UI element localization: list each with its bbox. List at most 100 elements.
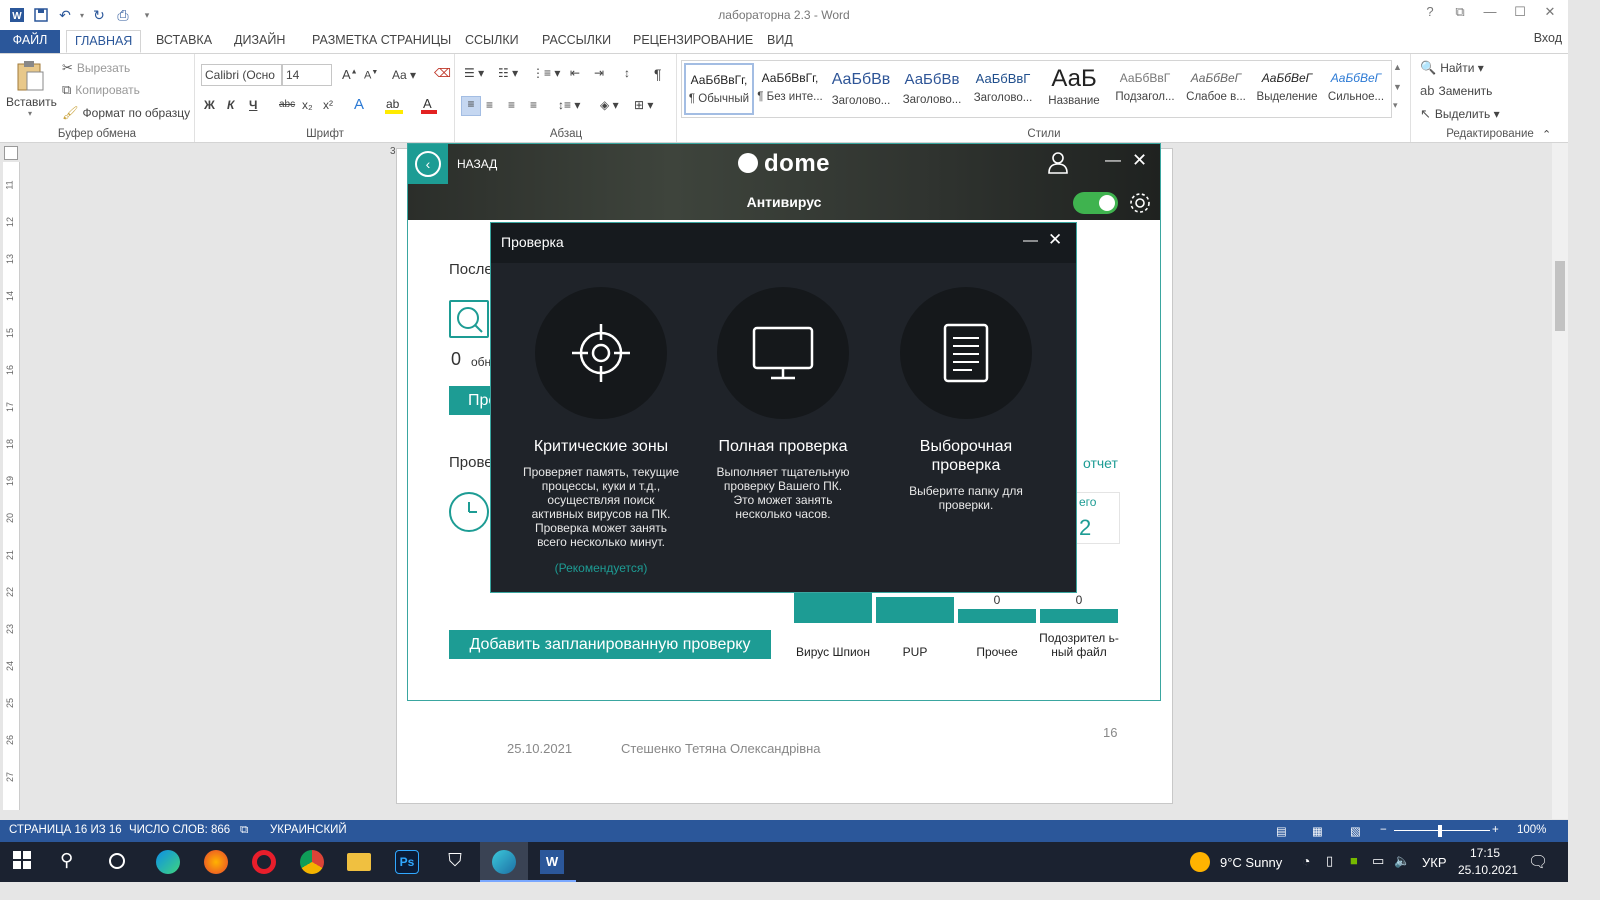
tab-home[interactable]: ГЛАВНАЯ — [66, 30, 142, 53]
zoom-slider-track[interactable] — [1394, 830, 1490, 831]
italic-button[interactable]: К — [227, 98, 234, 112]
zoom-out-icon[interactable]: − — [1380, 824, 1387, 836]
align-left-icon[interactable]: ≡ — [461, 96, 481, 116]
highlight-icon[interactable]: ab — [384, 96, 406, 117]
clock-date[interactable]: 25.10.2021 — [1458, 863, 1518, 877]
superscript-button[interactable]: x² — [323, 98, 333, 112]
proofing-icon[interactable]: ⧉ — [240, 824, 248, 837]
underline-button[interactable]: Ч — [249, 98, 257, 112]
dome-minimize-icon[interactable]: — — [1105, 152, 1121, 170]
dome-tray-icon[interactable]: ◔ — [1302, 853, 1310, 869]
style-subtle-emphasis[interactable]: АаБбВеГ Слабое в... — [1181, 63, 1251, 115]
monitor-icon[interactable] — [717, 287, 849, 419]
change-case-button[interactable]: Aa ▾ — [392, 68, 416, 82]
word-count[interactable]: ЧИСЛО СЛОВ: 866 — [129, 824, 230, 836]
close-icon[interactable]: ✕ — [1540, 4, 1560, 20]
collapse-ribbon-icon[interactable]: ⌃ — [1542, 128, 1551, 141]
edge-icon[interactable] — [156, 850, 180, 874]
text-effects-icon[interactable]: A — [354, 96, 364, 113]
gear-icon[interactable] — [1128, 191, 1152, 215]
bold-button[interactable]: Ж — [204, 98, 215, 112]
font-size-field[interactable]: 14 — [282, 64, 332, 86]
language-indicator[interactable]: УКРАИНСКИЙ — [270, 824, 347, 836]
maximize-icon[interactable]: ☐ — [1510, 4, 1530, 20]
bullets-icon[interactable]: ☰ ▾ — [464, 66, 484, 80]
tab-view[interactable]: ВИД — [767, 30, 793, 53]
clock-time[interactable]: 17:15 — [1470, 846, 1500, 860]
zoom-level[interactable]: 100% — [1517, 824, 1546, 836]
input-language[interactable]: УКР — [1422, 855, 1447, 870]
print-layout-icon[interactable]: ▦ — [1312, 824, 1323, 838]
notifications-icon[interactable]: 🗨 — [1528, 852, 1548, 872]
style-no-spacing[interactable]: АаБбВвГг, ¶ Без инте... — [755, 63, 825, 115]
critical-zones-option[interactable]: Критические зоны Проверяет память, текущ… — [511, 287, 691, 575]
subscript-button[interactable]: x₂ — [302, 98, 313, 112]
protection-toggle[interactable] — [1073, 192, 1118, 214]
tab-layout[interactable]: РАЗМЕТКА СТРАНИЦЫ — [312, 30, 451, 53]
style-normal[interactable]: АаБбВвГг, ¶ Обычный — [684, 63, 754, 115]
style-title[interactable]: АаБ Название — [1039, 63, 1109, 115]
style-emphasis[interactable]: АаБбВеГ Выделение — [1252, 63, 1322, 115]
task-view-icon[interactable] — [106, 850, 130, 874]
strikethrough-button[interactable]: abc — [279, 99, 295, 110]
shrink-font-button[interactable]: A▼ — [364, 69, 378, 82]
network-icon[interactable]: ▭ — [1372, 853, 1384, 869]
firefox-icon[interactable] — [204, 850, 228, 874]
opera-icon[interactable] — [252, 850, 276, 874]
user-icon[interactable] — [1048, 152, 1068, 174]
help-icon[interactable]: ? — [1420, 4, 1440, 20]
scan-close-icon[interactable]: ✕ — [1048, 230, 1062, 250]
zoom-in-icon[interactable]: + — [1492, 824, 1499, 836]
paste-button[interactable]: Вставить ▾ — [6, 60, 57, 118]
font-name-field[interactable]: Calibri (Осно — [201, 64, 282, 86]
web-layout-icon[interactable]: ▧ — [1350, 824, 1361, 838]
read-mode-icon[interactable]: ▤ — [1276, 824, 1287, 838]
tab-references[interactable]: ССЫЛКИ — [465, 30, 519, 53]
nvidia-icon[interactable]: ■ — [1350, 853, 1358, 868]
find-button[interactable]: 🔍 Найти ▾ — [1420, 60, 1484, 76]
styles-scroll-down-icon[interactable]: ▼ — [1393, 82, 1402, 92]
decrease-indent-icon[interactable]: ⇤ — [570, 66, 580, 80]
page-indicator[interactable]: СТРАНИЦА 16 ИЗ 16 — [9, 824, 122, 836]
tab-design[interactable]: ДИЗАЙН — [234, 30, 285, 53]
full-scan-option[interactable]: Полная проверка Выполняет тщательную про… — [693, 287, 873, 521]
scrollbar-thumb[interactable] — [1555, 261, 1565, 331]
align-right-icon[interactable]: ≡ — [508, 98, 515, 112]
numbering-icon[interactable]: ☷ ▾ — [498, 66, 518, 80]
scan-now-button[interactable]: Про — [449, 386, 497, 415]
zoom-slider-thumb[interactable] — [1438, 825, 1442, 837]
scan-minimize-icon[interactable]: — — [1023, 232, 1038, 249]
minimize-icon[interactable]: — — [1480, 4, 1500, 20]
align-center-icon[interactable]: ≡ — [486, 98, 493, 112]
custom-scan-option[interactable]: Выборочная проверка Выберите папку для п… — [876, 287, 1056, 512]
volume-icon[interactable]: 🔈 — [1394, 853, 1410, 869]
tab-review[interactable]: РЕЦЕНЗИРОВАНИЕ — [633, 30, 753, 53]
tab-file[interactable]: ФАЙЛ — [0, 30, 60, 53]
shield-icon[interactable]: ⛉ — [443, 850, 467, 874]
style-heading-1[interactable]: АаБбВв Заголово... — [826, 63, 896, 115]
sun-icon[interactable] — [1190, 852, 1210, 872]
add-scheduled-scan-button[interactable]: Добавить запланированную проверку — [449, 630, 771, 659]
copy-button[interactable]: ⧉ Копировать — [62, 82, 140, 98]
select-button[interactable]: ↖ Выделить ▾ — [1420, 106, 1500, 122]
increase-indent-icon[interactable]: ⇥ — [594, 66, 604, 80]
word-taskbar-button[interactable]: W — [528, 842, 576, 882]
style-heading-3[interactable]: АаБбВвГ Заголово... — [968, 63, 1038, 115]
ribbon-display-icon[interactable]: ⧉ — [1450, 4, 1470, 20]
style-intense-emphasis[interactable]: АаБбВеГ Сильное... — [1323, 63, 1389, 115]
tab-selector-icon[interactable] — [4, 146, 18, 160]
paste-dropdown-icon[interactable]: ▾ — [6, 109, 54, 118]
tab-insert[interactable]: ВСТАВКА — [156, 30, 212, 53]
clear-format-icon[interactable]: ⌫ — [434, 66, 451, 80]
sort-icon[interactable]: ↕ — [624, 66, 630, 80]
justify-icon[interactable]: ≡ — [530, 98, 537, 112]
photoshop-icon[interactable]: Ps — [395, 850, 419, 874]
usb-icon[interactable]: ▯ — [1326, 853, 1333, 869]
windows-start-icon[interactable] — [12, 850, 36, 874]
font-color-icon[interactable]: A — [420, 96, 438, 117]
sign-in-link[interactable]: Вход — [1534, 31, 1562, 45]
dome-taskbar-button[interactable] — [480, 842, 528, 882]
styles-scroll-up-icon[interactable]: ▲ — [1393, 62, 1402, 72]
report-link[interactable]: отчет — [1083, 455, 1118, 471]
grow-font-button[interactable]: A▲ — [342, 67, 358, 82]
